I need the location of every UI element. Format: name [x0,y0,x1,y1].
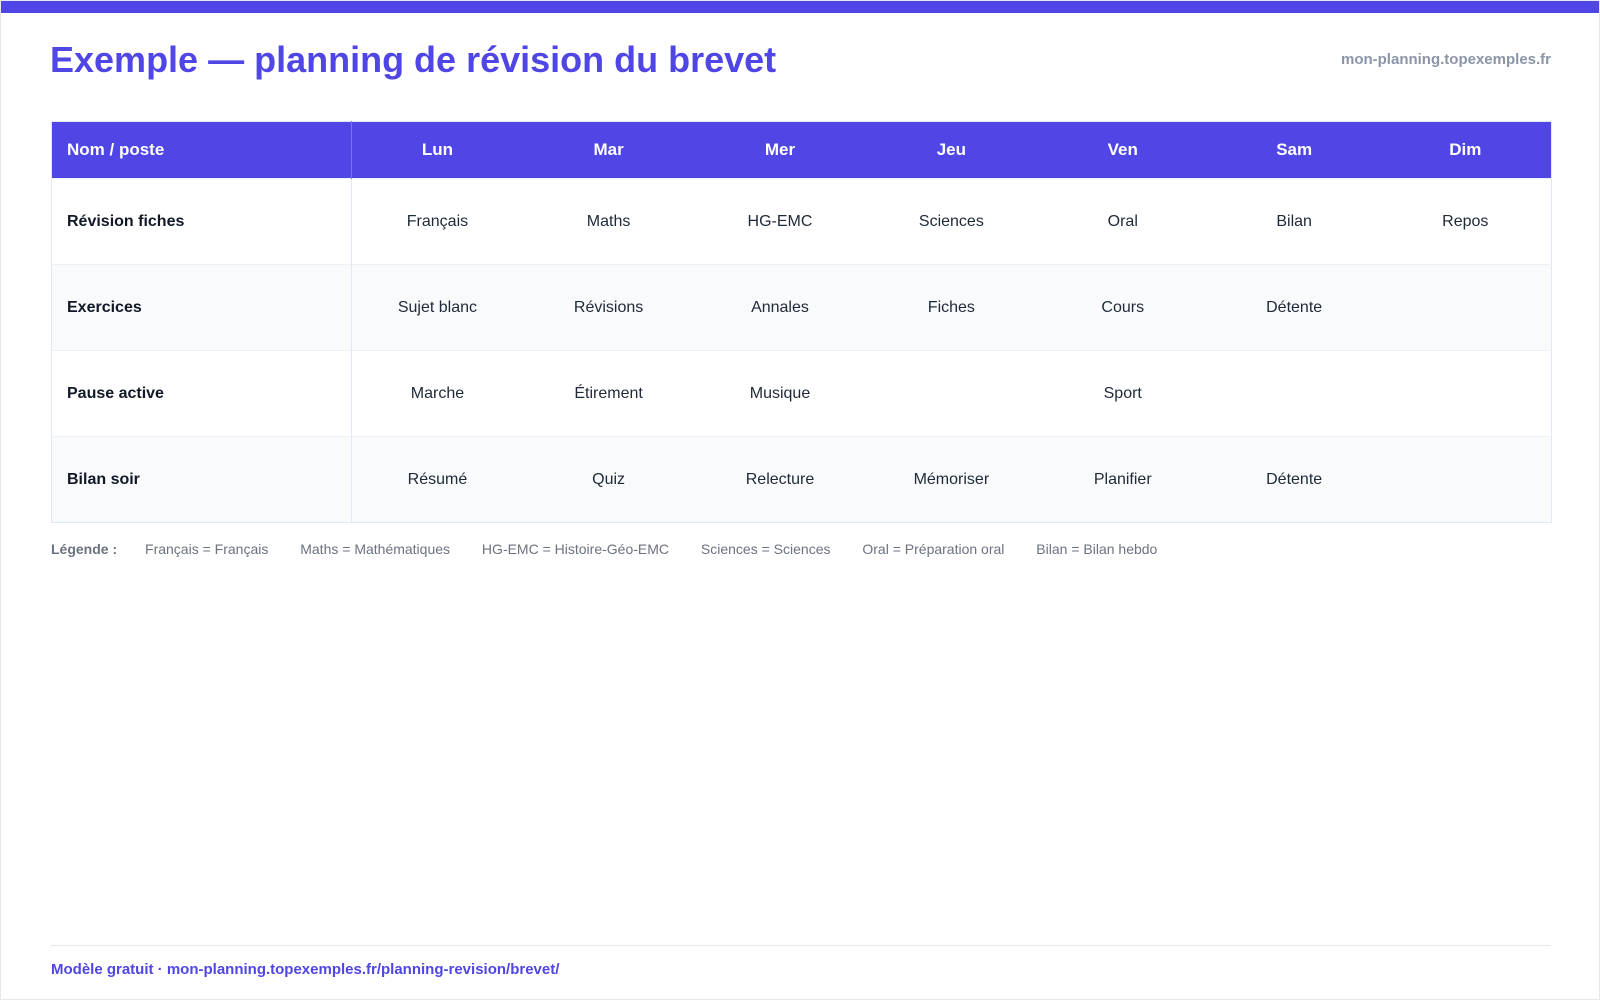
table-cell: Bilan [1208,178,1380,265]
day-header: Mer [694,121,866,179]
corner-header: Nom / poste [51,121,352,179]
day-header: Jeu [865,121,1038,179]
planning-page: Exemple — planning de révision du brevet… [0,0,1600,1000]
day-header: Lun [351,121,523,179]
table-cell: HG-EMC [694,178,866,265]
table-row: Révision fiches Français Maths HG-EMC Sc… [51,178,1552,265]
table-cell: Mémoriser [865,436,1038,523]
table-cell [1379,436,1552,523]
table-cell: Révisions [522,264,695,351]
day-header: Mar [522,121,695,179]
table-cell: Relecture [694,436,866,523]
top-accent-bar [1,1,1599,13]
table-cell: Marche [351,350,523,437]
legend-title: Légende : [51,541,118,557]
row-label: Pause active [51,350,352,437]
legend-item: HG-EMC = Histoire-Géo-EMC [481,541,670,557]
table-cell [1379,264,1552,351]
table-cell: Sujet blanc [351,264,523,351]
table-cell: Détente [1208,264,1380,351]
table-cell: Quiz [522,436,695,523]
revision-schedule-table: Nom / poste Lun Mar Mer Jeu Ven Sam Dim … [51,121,1552,523]
table-cell: Annales [694,264,866,351]
row-label: Révision fiches [51,178,352,265]
table-row: Bilan soir Résumé Quiz Relecture Mémoris… [51,436,1552,523]
site-url[interactable]: mon-planning.topexemples.fr [1341,51,1551,68]
table-cell: Français [351,178,523,265]
table-row: Exercices Sujet blanc Révisions Annales … [51,264,1552,351]
legend-item: Sciences = Sciences [700,541,831,557]
footer-divider [51,945,1551,946]
legend-item: Maths = Mathématiques [300,541,451,557]
table-cell: Oral [1037,178,1209,265]
table-cell [1208,350,1380,437]
table-cell: Détente [1208,436,1380,523]
table-cell: Étirement [522,350,695,437]
table-cell [1379,350,1552,437]
legend-item: Oral = Préparation oral [862,541,1005,557]
page-title: Exemple — planning de révision du brevet [50,39,777,80]
row-label: Exercices [51,264,352,351]
legend: Légende : Français = Français Maths = Ma… [51,541,1185,557]
table-cell: Planifier [1037,436,1209,523]
table-cell: Repos [1379,178,1552,265]
day-header: Ven [1037,121,1209,179]
table-row: Pause active Marche Étirement Musique Sp… [51,350,1552,437]
table-cell: Résumé [351,436,523,523]
table-cell: Fiches [865,264,1038,351]
legend-item: Bilan = Bilan hebdo [1036,541,1158,557]
day-header: Sam [1208,121,1380,179]
row-label: Bilan soir [51,436,352,523]
day-header: Dim [1379,121,1552,179]
table-cell: Sciences [865,178,1038,265]
table-cell: Cours [1037,264,1209,351]
table-cell: Maths [522,178,695,265]
table-cell [865,350,1038,437]
table-cell: Sport [1037,350,1209,437]
table-cell: Musique [694,350,866,437]
legend-item: Français = Français [145,541,269,557]
footer-link[interactable]: Modèle gratuit · mon-planning.topexemple… [51,961,559,978]
table-header-row: Nom / poste Lun Mar Mer Jeu Ven Sam Dim [51,121,1552,179]
